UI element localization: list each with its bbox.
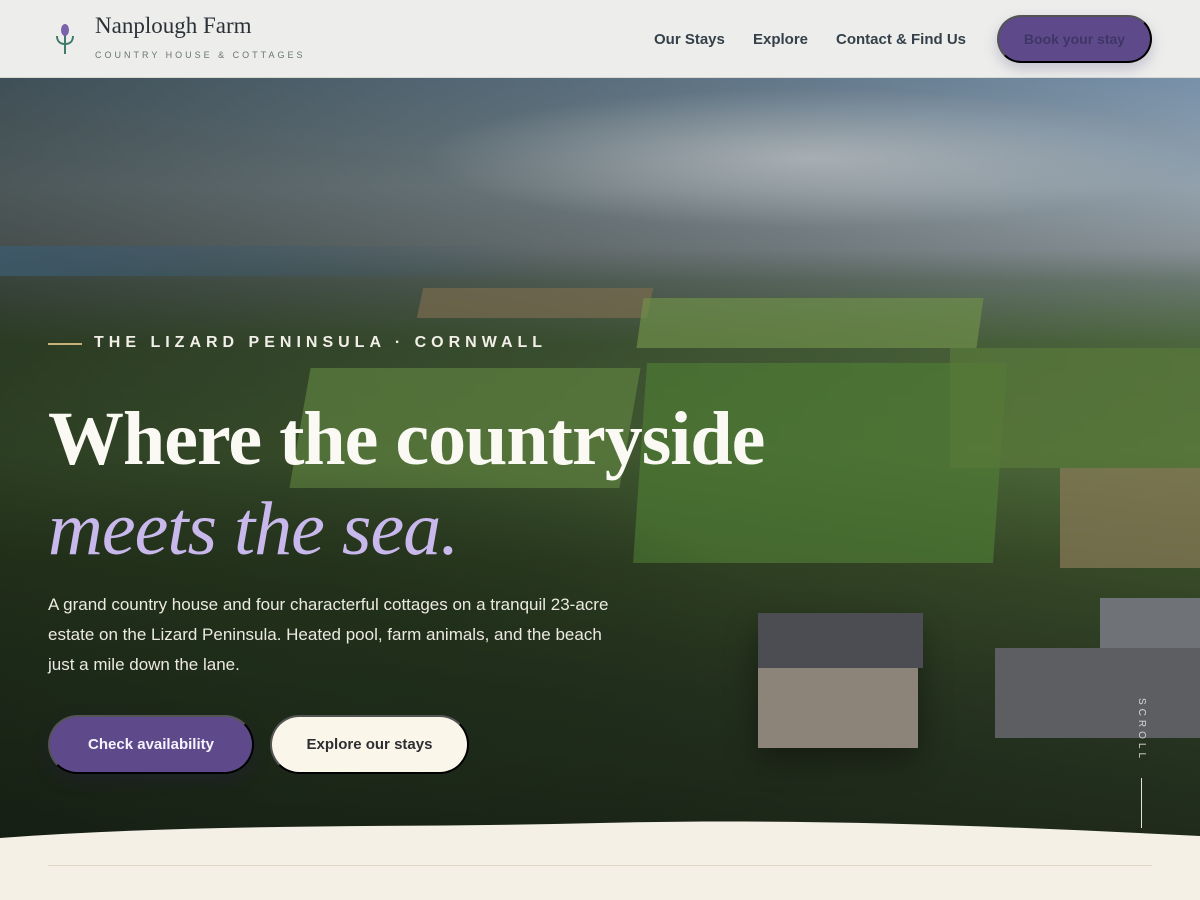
- hero-eyebrow: THE LIZARD PENINSULA · CORNWALL: [94, 334, 548, 351]
- nav-contact[interactable]: Contact & Find Us: [836, 31, 966, 48]
- book-your-stay-button[interactable]: Book your stay: [997, 15, 1152, 63]
- hero-clouds: [420, 88, 1200, 228]
- eyebrow-rule: [48, 343, 82, 345]
- nav-explore[interactable]: Explore: [753, 31, 808, 48]
- hero-headline: Where the countryside: [48, 397, 765, 481]
- scroll-indicator-label[interactable]: SCROLL: [1136, 698, 1147, 762]
- hero-description: A grand country house and four character…: [48, 595, 609, 674]
- lavender-sprig-icon[interactable]: [54, 22, 76, 56]
- hero-headline-accent: meets the sea.: [48, 487, 459, 571]
- brand-name[interactable]: Nanplough Farm: [95, 13, 252, 39]
- section-divider: [48, 865, 1152, 866]
- hero-field: [416, 288, 654, 318]
- check-availability-button[interactable]: Check availability: [48, 715, 254, 774]
- explore-stays-button[interactable]: Explore our stays: [270, 715, 469, 774]
- hero-field: [636, 298, 984, 348]
- hero-barn: [995, 648, 1200, 738]
- site-header: Nanplough Farm COUNTRY HOUSE & COTTAGES …: [0, 0, 1200, 78]
- hero-field: [950, 348, 1200, 468]
- hero-sea: [0, 246, 560, 276]
- hero-wave-divider: [0, 821, 1200, 868]
- hero-section: THE LIZARD PENINSULA · CORNWALL Where th…: [0, 78, 1200, 858]
- hero-field: [1060, 468, 1200, 568]
- brand-tagline: COUNTRY HOUSE & COTTAGES: [95, 50, 306, 60]
- nav-our-stays[interactable]: Our Stays: [654, 31, 725, 48]
- hero-house-roof: [758, 613, 923, 668]
